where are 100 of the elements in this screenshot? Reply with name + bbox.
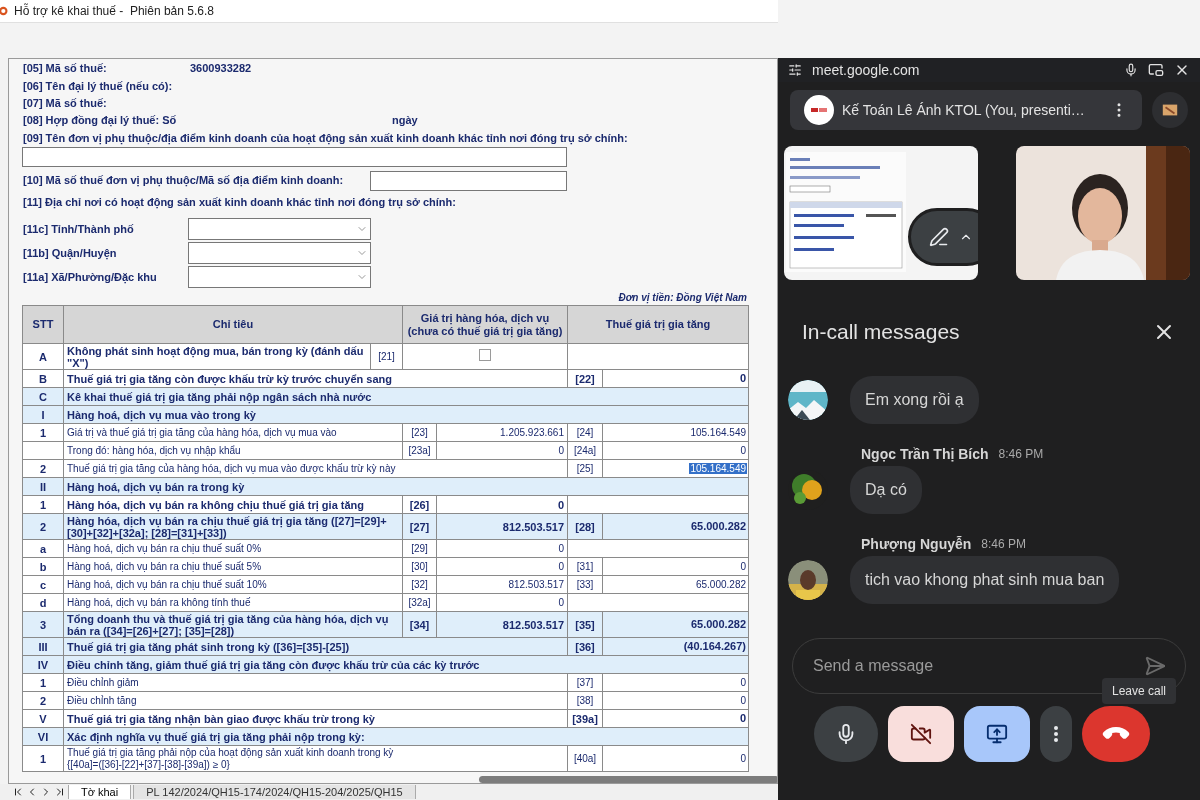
- column-header: Chỉ tiêu: [63, 305, 403, 344]
- stop-presenting-button[interactable]: [1152, 92, 1188, 128]
- table-cell: [23]: [402, 423, 437, 442]
- table-cell: [23a]: [402, 441, 437, 460]
- dropdown-field[interactable]: [188, 218, 371, 240]
- table-cell: 812.503.517: [436, 575, 568, 594]
- column-header: Giá trị hàng hóa, dịch vụ (chưa có thuế giá trị gia tăng): [402, 305, 568, 344]
- leave-call-button[interactable]: [1082, 706, 1150, 762]
- sender-name: Ngọc Trần Thị Bích: [861, 444, 989, 464]
- table-cell: Thuế giá trị gia tăng nhận bàn giao được khấu trừ trong kỳ: [63, 709, 568, 728]
- table-cell: Tổng doanh thu và thuế giá trị gia tăng của hàng hóa, dịch vụ bán ra ([34]=[26]+[27]; [35]=[28]): [63, 611, 403, 638]
- table-cell: 3: [22, 611, 64, 638]
- input-field[interactable]: [370, 170, 567, 191]
- sheet-nav-icon[interactable]: [54, 786, 66, 798]
- table-cell: 2: [22, 691, 64, 710]
- table-cell: [29]: [402, 539, 437, 558]
- table-cell: IV: [22, 655, 64, 674]
- field-label: ngày: [392, 113, 418, 129]
- table-cell[interactable]: 0: [739, 444, 747, 456]
- table-cell: 2: [22, 459, 64, 478]
- microphone-icon: [1124, 63, 1138, 77]
- table-cell: [32]: [402, 575, 437, 594]
- field-label: [09] Tên đơn vị phụ thuộc/địa điểm kinh doanh của hoạt động sản xuất kinh doanh khác tỉnh nơi đóng trụ sở chính:: [23, 130, 628, 147]
- table-cell: V: [22, 709, 64, 728]
- input-field[interactable]: [22, 147, 567, 168]
- table-cell: 0: [436, 495, 568, 514]
- scrollbar[interactable]: [479, 776, 777, 783]
- field-label: [07] Mã số thuế:: [23, 96, 108, 111]
- table-cell: 2: [22, 513, 64, 540]
- field-label: [11a] Xã/Phường/Đặc khu: [23, 269, 158, 286]
- message-time: 8:46 PM: [998, 446, 1044, 463]
- table-cell: [33]: [567, 575, 603, 594]
- camera-button[interactable]: [888, 706, 954, 762]
- window-title: Hỗ trợ kê khai thuế - Phiên bản 5.6.8: [14, 2, 214, 20]
- table-cell: Hàng hoá, dịch vụ bán ra chịu thuế suất 5%: [63, 557, 403, 576]
- message-bubble: Dạ có: [850, 466, 922, 514]
- sheet-tab[interactable]: Tờ khai: [68, 785, 132, 799]
- table-cell: Xác định nghĩa vụ thuế giá trị gia tăng phải nộp trong kỳ:: [63, 727, 749, 746]
- table-cell[interactable]: 0: [739, 676, 747, 688]
- sheet-nav-icon[interactable]: [12, 786, 24, 798]
- table-cell[interactable]: 65.000.282: [689, 520, 747, 533]
- send-icon[interactable]: [1144, 655, 1166, 677]
- table-cell: C: [22, 387, 64, 406]
- table-cell: Thuế giá trị gia tăng phát sinh trong kỳ ([36]=[35]-[25]): [63, 637, 568, 656]
- table-cell: Hàng hoá, dịch vụ bán ra không tính thuế: [63, 593, 403, 612]
- sender-name: Phượng Nguyễn: [861, 534, 972, 554]
- table-cell: [40a]: [567, 745, 603, 772]
- table-cell: 1: [22, 745, 64, 772]
- present-screen-icon: [986, 723, 1008, 745]
- field-label: [11c] Tỉnh/Thành phố: [23, 221, 135, 237]
- sheet-tab[interactable]: PL 142/2024/QH15-174/2024/QH15-204/2025/QH15: [133, 785, 416, 799]
- table-cell: I: [22, 405, 64, 424]
- table-cell[interactable]: 0: [739, 694, 747, 706]
- table-cell: Điều chỉnh tăng, giảm thuế giá trị gia tăng còn được khấu trừ của các kỳ trước: [63, 655, 749, 674]
- picture-in-picture-icon[interactable]: [1148, 62, 1164, 78]
- field-label: [11b] Quận/Huyện: [23, 245, 118, 262]
- table-cell: 812.503.517: [436, 611, 568, 638]
- table-cell: [32a]: [402, 593, 437, 612]
- table-cell: [34]: [402, 611, 437, 638]
- table-cell[interactable]: 0: [739, 752, 747, 764]
- table-cell: [27]: [402, 513, 437, 540]
- table-cell: [24]: [567, 423, 603, 442]
- panel-title: In-call messages: [802, 319, 960, 346]
- table-cell: A: [22, 343, 64, 370]
- logo-icon: [804, 95, 834, 125]
- dropdown-field[interactable]: [188, 266, 371, 289]
- field-value: 3600933282: [190, 61, 252, 77]
- table-cell[interactable]: 105.164.549: [689, 462, 747, 474]
- table-cell: 1: [22, 495, 64, 514]
- table-cell: Hàng hoá, dịch vụ mua vào trong kỳ: [63, 405, 749, 424]
- table-cell[interactable]: 0: [738, 712, 747, 725]
- site-settings-icon[interactable]: [788, 63, 802, 77]
- field-label: [06] Tên đại lý thuế (nếu có):: [23, 78, 174, 95]
- more-options-button[interactable]: [1040, 706, 1072, 762]
- more-icon: [1054, 726, 1058, 742]
- table-cell: [35]: [567, 611, 603, 638]
- table-cell: Thuế giá trị gia tăng của hàng hóa, dịch vụ mua vào được khấu trừ kỳ này: [63, 459, 568, 478]
- dropdown-field[interactable]: [188, 242, 371, 265]
- table-cell: VI: [22, 727, 64, 746]
- site-url: meet.google.com: [812, 60, 921, 80]
- checkbox[interactable]: [479, 349, 491, 362]
- table-cell: [39a]: [567, 709, 603, 728]
- present-screen-button[interactable]: [964, 706, 1030, 762]
- message-bubble: Em xong rồi ạ: [850, 376, 979, 424]
- table-cell[interactable]: 0: [739, 560, 747, 572]
- table-cell[interactable]: 65.000.282: [689, 618, 747, 631]
- table-cell: III: [22, 637, 64, 656]
- camera-off-icon: [910, 723, 932, 745]
- table-cell[interactable]: 0: [738, 372, 747, 385]
- annotate-button[interactable]: [908, 208, 978, 266]
- table-cell: Hàng hoá, dịch vụ bán ra chịu thuế suất 10%: [63, 575, 403, 594]
- table-cell: [22]: [567, 369, 603, 388]
- table-cell: Thuế giá trị gia tăng còn được khấu trừ kỳ trước chuyển sang: [63, 369, 568, 388]
- table-cell: Thuế giá trị gia tăng phải nộp của hoạt động sản xuất kinh doanh trong kỳ {[40a]=([36]-[22]+[37]-[38]-[39a]) ≥ 0}: [63, 745, 568, 772]
- table-cell: 1.205.923.661: [436, 423, 568, 442]
- microphone-button[interactable]: [814, 706, 878, 762]
- table-cell: [28]: [567, 513, 603, 540]
- currency-note: Đơn vị tiền: Đồng Việt Nam: [618, 290, 747, 305]
- field-label: [11] Địa chỉ nơi có hoạt động sản xuất kinh doanh khác tỉnh nơi đóng trụ sở chính:: [23, 194, 456, 211]
- table-cell: 0: [436, 557, 568, 576]
